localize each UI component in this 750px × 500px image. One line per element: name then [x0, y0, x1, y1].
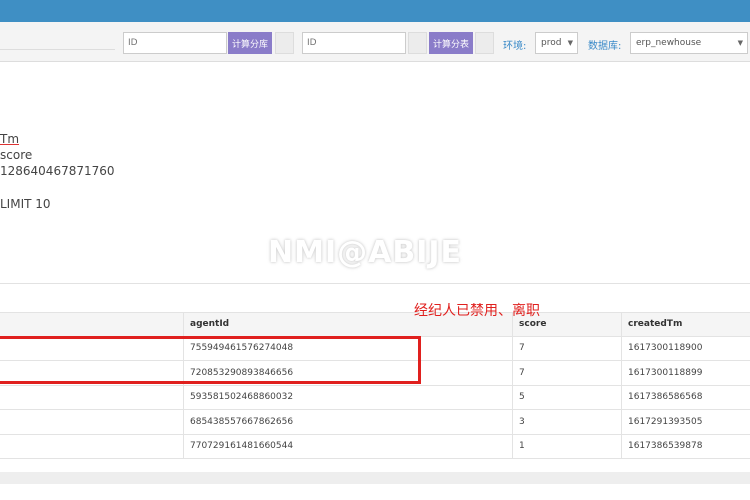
table-header-row: agentId score createdTm [0, 312, 750, 337]
header-cell-0 [0, 313, 184, 336]
annotation-highlight-box [0, 336, 421, 384]
horizontal-scrollbar[interactable] [0, 472, 750, 484]
calc-db-button[interactable]: 计算分库 [228, 32, 272, 54]
db-select[interactable]: erp_newhouse ▼ [630, 32, 748, 54]
env-select-value: prod [541, 38, 562, 48]
cell-score: 3 [513, 410, 622, 434]
cell-score: 7 [513, 361, 622, 385]
calc-table-button[interactable]: 计算分表 [429, 32, 473, 54]
top-bar [0, 0, 750, 22]
cell [0, 410, 184, 434]
db-label: 数据库: [588, 41, 622, 52]
table-row: 770729161481660544 1 1617386539878 [0, 434, 750, 459]
chevron-down-icon: ▼ [737, 39, 743, 47]
cell [0, 434, 184, 458]
cell-createdtm: 1617300118899 [628, 367, 703, 378]
id-input-db[interactable] [123, 32, 227, 54]
toolbar-divider [0, 49, 115, 50]
toolbar: 计算分库 计算分表 环境: prod ▼ 数据库: erp_newhouse ▼ [0, 22, 750, 62]
results-table: agentId score createdTm 7559494615762740… [0, 312, 750, 459]
sql-line-2: score [0, 148, 33, 162]
sql-line-3: 128640467871760 [0, 164, 115, 178]
db-result-box [275, 32, 294, 54]
cell-createdtm: 1617386586568 [628, 392, 703, 403]
table-row: 685438557667862656 3 1617291393505 [0, 410, 750, 435]
chevron-down-icon: ▼ [567, 39, 573, 47]
table-result-box [475, 32, 494, 54]
header-createdtm: createdTm [628, 319, 683, 330]
table-spacer-box [408, 32, 427, 54]
cell-agentid: 593581502468860032 [184, 385, 513, 409]
cell-agentid: 685438557667862656 [184, 410, 513, 434]
cell-score: 5 [513, 385, 622, 409]
section-separator [0, 283, 750, 284]
cell-createdtm: 1617291393505 [628, 416, 703, 427]
env-label: 环境: [503, 41, 527, 52]
sql-line-1: Tm [0, 132, 20, 146]
db-select-value: erp_newhouse [636, 38, 702, 48]
env-select[interactable]: prod ▼ [535, 32, 578, 54]
cell-createdtm: 1617386539878 [628, 441, 703, 452]
cell-agentid: 770729161481660544 [184, 434, 513, 458]
watermark: NMI@ABIJE [268, 235, 463, 270]
cell-score: 7 [513, 336, 622, 360]
page: 计算分库 计算分表 环境: prod ▼ 数据库: erp_newhouse ▼… [0, 0, 750, 500]
cell-createdtm: 1617300118900 [628, 343, 703, 354]
cell [0, 385, 184, 409]
id-input-table[interactable] [302, 32, 406, 54]
sql-line-4: LIMIT 10 [0, 197, 51, 211]
cell-score: 1 [513, 434, 622, 458]
table-row: 593581502468860032 5 1617386586568 [0, 385, 750, 410]
annotation-text: 经纪人已禁用、离职 [414, 303, 540, 319]
